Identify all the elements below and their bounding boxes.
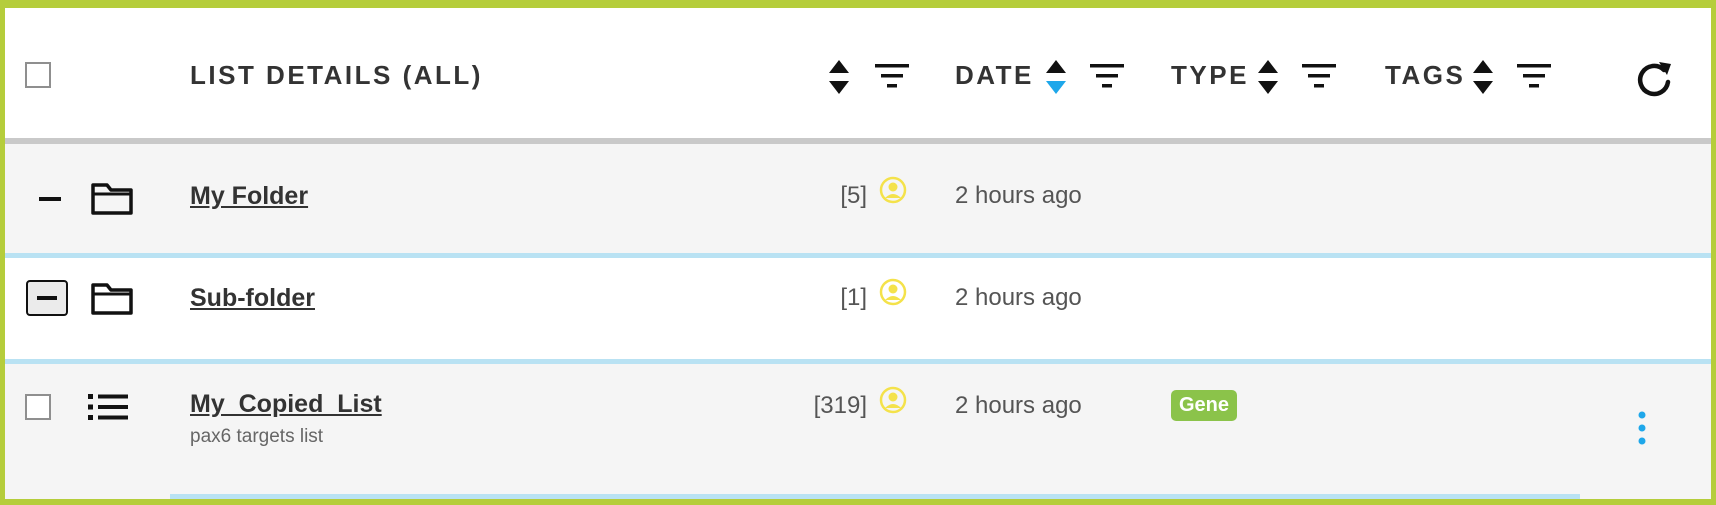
filter-icon[interactable] (1302, 62, 1336, 90)
sort-desc-active-icon[interactable] (1045, 58, 1067, 96)
column-title-tags[interactable]: TAGS (1385, 60, 1465, 91)
type-badge-gene: Gene (1171, 390, 1238, 421)
collapse-button[interactable] (26, 280, 68, 316)
select-all-checkbox[interactable] (25, 62, 51, 88)
filter-icon[interactable] (1517, 62, 1551, 90)
sort-icon[interactable] (1472, 58, 1494, 96)
refresh-icon[interactable] (1633, 58, 1675, 100)
user-icon (879, 278, 907, 306)
folder-name-link[interactable]: Sub-folder (190, 284, 315, 313)
table-row[interactable]: My Folder [5] 2 hours ago (5, 144, 1711, 258)
row-separator (170, 494, 1580, 499)
filter-icon[interactable] (1090, 62, 1124, 90)
table-row[interactable]: Sub-folder [1] 2 hours ago (5, 258, 1711, 364)
collapse-minus-icon[interactable] (37, 186, 63, 212)
item-count: [5] (840, 182, 867, 209)
column-title-list-details[interactable]: LIST DETAILS (ALL) (190, 60, 483, 91)
folder-icon (91, 183, 133, 215)
list-description: pax6 targets list (190, 426, 324, 447)
row-checkbox[interactable] (25, 394, 51, 420)
user-icon (879, 386, 907, 414)
list-icon (88, 394, 128, 420)
item-count: [1] (840, 284, 867, 311)
sort-icon[interactable] (1257, 58, 1279, 96)
column-title-type[interactable]: TYPE (1171, 60, 1249, 91)
more-options-icon[interactable] (1637, 410, 1647, 446)
user-icon (879, 176, 907, 204)
row-date: 2 hours ago (955, 392, 1082, 419)
table-header: LIST DETAILS (ALL) DATE TYPE TAGS (5, 8, 1711, 144)
table-row[interactable]: My_Copied_List pax6 targets list [319] 2… (5, 364, 1711, 499)
row-date: 2 hours ago (955, 284, 1082, 311)
row-date: 2 hours ago (955, 182, 1082, 209)
minus-icon (37, 296, 57, 300)
folder-icon (91, 283, 133, 315)
list-table: LIST DETAILS (ALL) DATE TYPE TAGS My Fol… (5, 8, 1711, 499)
item-count: [319] (813, 392, 867, 419)
sort-icon[interactable] (828, 58, 850, 96)
filter-icon[interactable] (875, 62, 909, 90)
column-title-date[interactable]: DATE (955, 60, 1034, 91)
list-name-link[interactable]: My_Copied_List (190, 390, 382, 419)
folder-name-link[interactable]: My Folder (190, 182, 308, 211)
